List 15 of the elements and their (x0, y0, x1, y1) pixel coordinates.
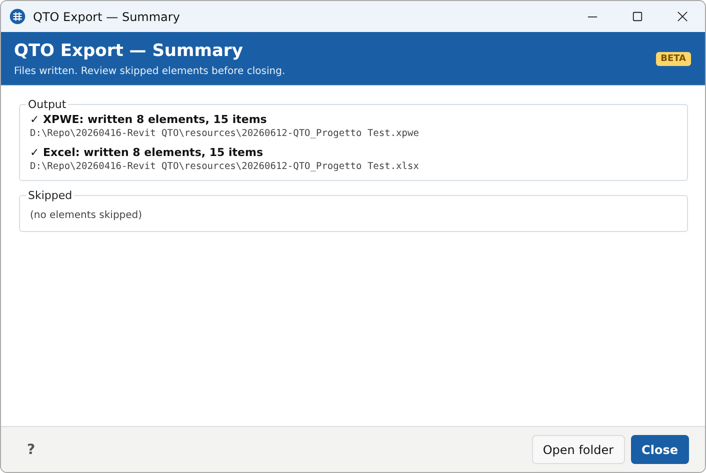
beta-badge: BETA (656, 52, 691, 66)
export-status: ✓ Excel: written 8 elements, 15 items (30, 146, 264, 159)
file-path: D:\Repo\20260416-Revit QTO\resources\20260612-QTO_Progetto Test.xpwe (30, 128, 420, 139)
close-button[interactable]: Close (630, 435, 689, 464)
group-legend: Skipped (26, 189, 74, 202)
file-path: D:\Repo\20260416-Revit QTO\resources\20260612-QTO_Progetto Test.xlsx (30, 161, 420, 172)
app-logo-icon (9, 8, 26, 25)
help-button[interactable]: ? (23, 440, 40, 460)
group-legend: Output (26, 98, 68, 111)
dialog-subtitle: Files written. Review skipped elements before closing. (14, 66, 286, 76)
dialog-title: QTO Export — Summary (14, 40, 244, 60)
export-status: ✓ XPWE: written 8 elements, 15 items (30, 113, 268, 126)
window-title: QTO Export — Summary (33, 10, 180, 24)
skipped-message: (no elements skipped) (30, 209, 144, 223)
open-folder-button[interactable]: Open folder (532, 435, 625, 464)
